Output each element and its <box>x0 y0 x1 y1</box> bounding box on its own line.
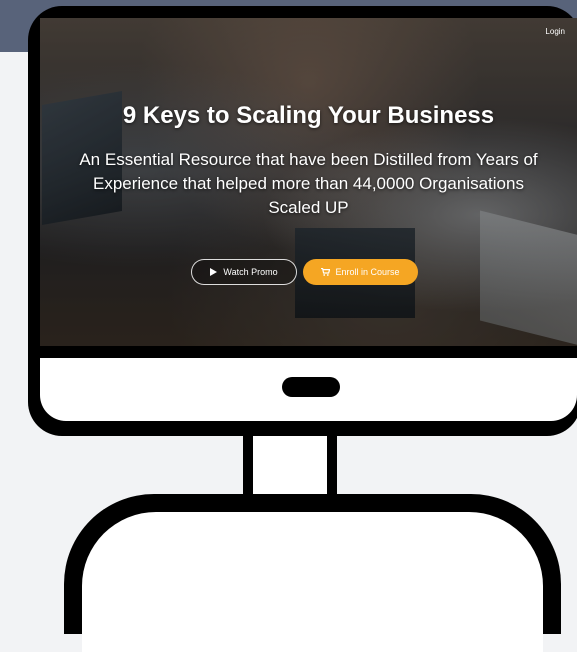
monitor-stand <box>82 512 543 652</box>
watch-promo-button[interactable]: Watch Promo <box>191 259 297 285</box>
monitor-screen: Login 9 Keys to Scaling Your Business An… <box>40 18 577 346</box>
hero-title: 9 Keys to Scaling Your Business <box>122 102 495 129</box>
enroll-course-button[interactable]: Enroll in Course <box>303 259 418 285</box>
monitor-logo-slot <box>282 377 340 397</box>
hero-subtitle: An Essential Resource that have been Dis… <box>79 150 538 217</box>
enroll-course-label: Enroll in Course <box>335 267 400 277</box>
monitor-neck <box>243 436 337 498</box>
login-link[interactable]: Login <box>545 27 565 36</box>
cart-icon <box>321 268 331 276</box>
watch-promo-label: Watch Promo <box>223 267 278 277</box>
play-icon <box>210 268 218 276</box>
